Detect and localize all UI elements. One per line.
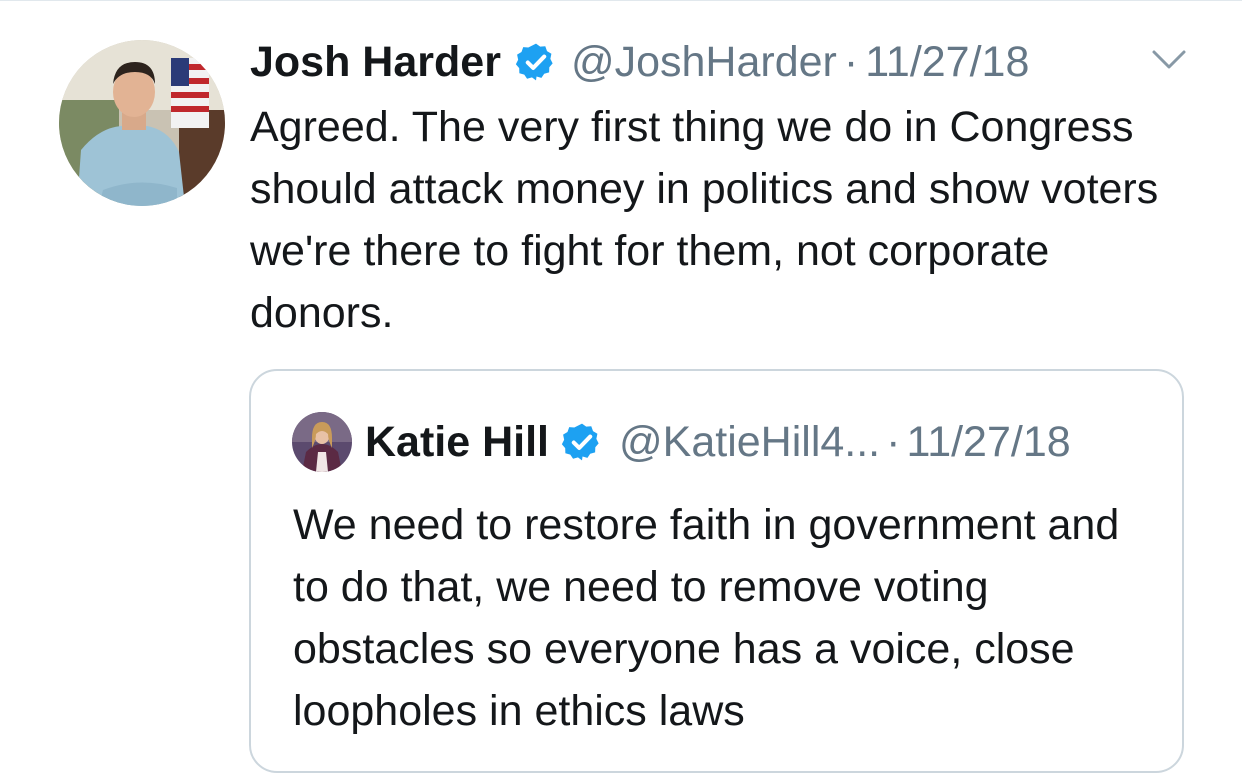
avatar-photo [59, 40, 225, 206]
quoted-user-handle: @KatieHill4... [619, 417, 881, 466]
user-handle[interactable]: @JoshHarder [571, 38, 837, 87]
quoted-tweet-card[interactable]: Katie Hill @KatieHill4... · 11/27/18 We … [249, 369, 1184, 773]
tweet[interactable]: Josh Harder @JoshHarder · 11/27/18 Agree… [0, 0, 1242, 773]
quoted-avatar [292, 412, 352, 472]
tweet-text: Agreed. The very first thing we do in Co… [250, 103, 1159, 337]
quoted-tweet-date: 11/27/18 [906, 417, 1071, 466]
avatar[interactable] [59, 40, 225, 206]
tweet-header: Josh Harder @JoshHarder · 11/27/18 [250, 34, 1029, 90]
separator-dot: · [843, 37, 859, 86]
verified-badge-icon [515, 43, 553, 81]
quoted-verified-badge-icon [561, 423, 599, 461]
quoted-separator-dot: · [886, 417, 901, 466]
quoted-tweet-header: Katie Hill @KatieHill4... · 11/27/18 [365, 414, 1071, 470]
chevron-down-icon[interactable] [1150, 47, 1188, 73]
quoted-display-name: Katie Hill [365, 417, 549, 466]
tweet-date[interactable]: 11/27/18 [865, 38, 1029, 87]
display-name[interactable]: Josh Harder [250, 38, 501, 87]
quoted-avatar-photo [292, 412, 352, 472]
